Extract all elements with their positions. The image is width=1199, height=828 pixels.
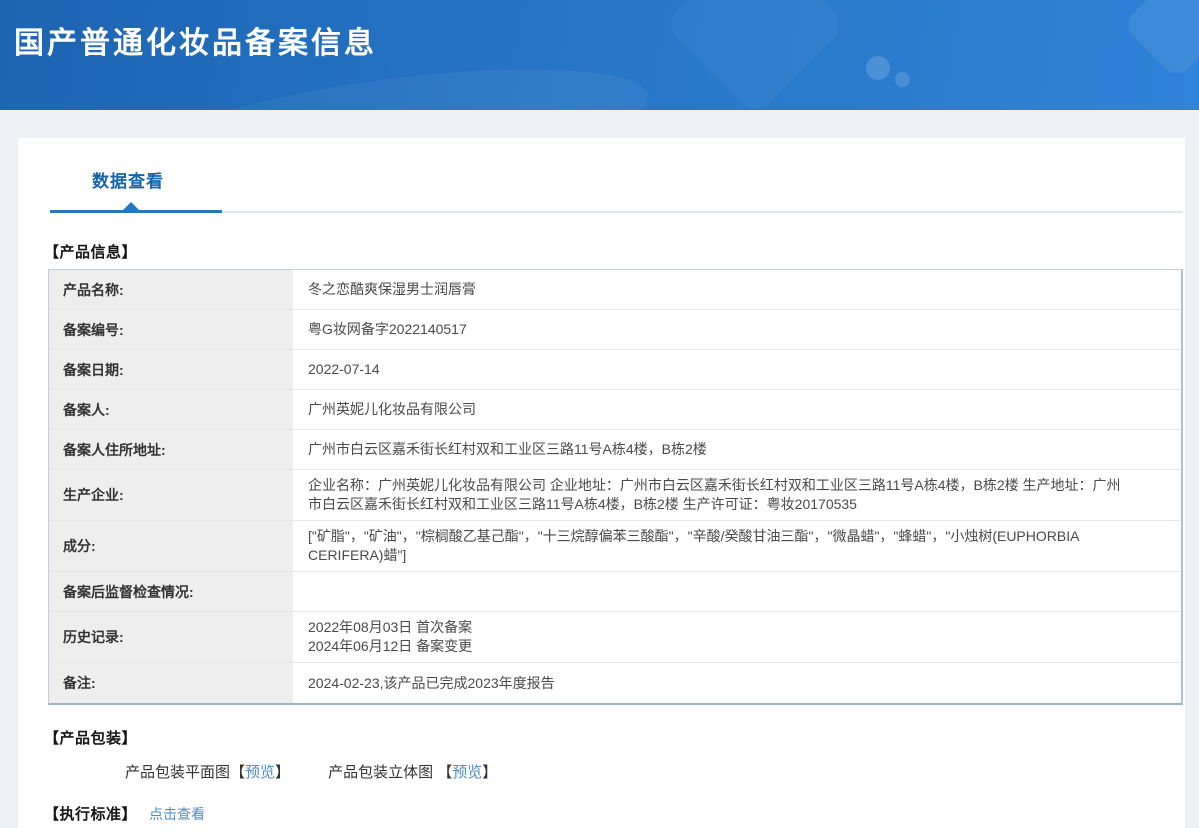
row-label: 备案日期: (49, 350, 293, 389)
row-value: 广州市白云区嘉禾街长红村双和工业区三路11号A栋4楼，B栋2楼 (293, 430, 1181, 469)
bracket-close: 】 (482, 764, 498, 781)
row-value: ["矿脂"，"矿油"，"棕榈酸乙基己酯"，"十三烷醇偏苯三酸酯"，"辛酸/癸酸甘… (293, 521, 1181, 571)
decor-diamond-shape (1121, 0, 1199, 81)
section-title-product-info: 【产品信息】 (44, 244, 138, 261)
table-row: 备案后监督检查情况: (49, 572, 1181, 612)
row-value-line: 2022-07-14 (308, 361, 380, 377)
row-label: 备注: (49, 663, 293, 703)
product-info-table: 产品名称: 冬之恋酷爽保湿男士润唇膏 备案编号: 粤G妆网备字2022140517 备案… (48, 269, 1183, 705)
tab-bar: 数据查看 (48, 138, 1183, 192)
row-value-line: 2024年06月12日 备案变更 (308, 638, 473, 654)
section-title-packaging: 【产品包装】 (44, 730, 138, 747)
bracket-close: 】 (275, 764, 291, 781)
view-standards-link[interactable]: 点击查看 (149, 804, 205, 824)
preview-flat-link[interactable]: 预览 (245, 764, 275, 781)
row-label: 产品名称: (49, 270, 293, 309)
packaging-item-flat: 产品包装平面图【预览】 (125, 761, 290, 782)
row-value-line: 2024-02-23,该产品已完成2023年度报告 (308, 674, 555, 691)
table-row: 历史记录: 2022年08月03日 首次备案 2024年06月12日 备案变更 (49, 612, 1181, 663)
section-title-standards: 【执行标准】 (44, 806, 138, 823)
tab-underline (50, 202, 1183, 213)
content-card: 数据查看 【产品信息】 产品名称: 冬之恋酷爽保湿男士润唇膏 备案编号: 粤G妆网备字… (18, 138, 1185, 828)
row-value-line: ["矿脂"，"矿油"，"棕榈酸乙基己酯"，"十三烷醇偏苯三酸酯"，"辛酸/癸酸甘… (308, 528, 1079, 563)
row-label: 备案人: (49, 390, 293, 429)
tab-active-indicator (50, 202, 222, 213)
table-row: 成分: ["矿脂"，"矿油"，"棕榈酸乙基己酯"，"十三烷醇偏苯三酸酯"，"辛酸/… (49, 521, 1181, 572)
table-row: 产品名称: 冬之恋酷爽保湿男士润唇膏 (49, 270, 1181, 310)
row-value-line: 2022年08月03日 首次备案 (308, 619, 473, 635)
row-value-line: 冬之恋酷爽保湿男士润唇膏 (308, 281, 476, 297)
decor-dot-icon (895, 72, 910, 87)
decor-diamond-shape (663, 0, 847, 110)
page-title: 国产普通化妆品备案信息 (14, 27, 377, 60)
row-value: 企业名称：广州英妮儿化妆品有限公司 企业地址：广州市白云区嘉禾街长红村双和工业区… (293, 470, 1181, 520)
table-row: 备案人: 广州英妮儿化妆品有限公司 (49, 390, 1181, 430)
table-row: 备案编号: 粤G妆网备字2022140517 (49, 310, 1181, 350)
row-value-line: 广州英妮儿化妆品有限公司 (308, 401, 476, 417)
row-value: 2022年08月03日 首次备案 2024年06月12日 备案变更 (293, 612, 1181, 662)
row-label: 生产企业: (49, 470, 293, 520)
tab-divider-line (222, 211, 1183, 213)
row-value: 广州英妮儿化妆品有限公司 (293, 390, 1181, 429)
row-value (293, 572, 1181, 611)
bracket-open: 【 (437, 764, 453, 781)
row-value-line: 企业名称：广州英妮儿化妆品有限公司 企业地址：广州市白云区嘉禾街长红村双和工业区… (308, 477, 1121, 512)
row-label: 备案编号: (49, 310, 293, 349)
row-label: 备案人住所地址: (49, 430, 293, 469)
table-row: 备案日期: 2022-07-14 (49, 350, 1181, 390)
tab-data-view[interactable]: 数据查看 (92, 167, 164, 192)
row-value: 2024-02-23,该产品已完成2023年度报告 (293, 663, 1181, 703)
page-header: 国产普通化妆品备案信息 (0, 0, 1199, 110)
row-value-line: 广州市白云区嘉禾街长红村双和工业区三路11号A栋4楼，B栋2楼 (308, 441, 707, 457)
standards-row: 【执行标准】 点击查看 (44, 803, 1183, 824)
packaging-flat-label: 产品包装平面图 (125, 764, 231, 781)
row-value: 冬之恋酷爽保湿男士润唇膏 (293, 270, 1181, 309)
row-label: 历史记录: (49, 612, 293, 662)
table-row: 备注: 2024-02-23,该产品已完成2023年度报告 (49, 663, 1181, 703)
packaging-3d-label: 产品包装立体图 (328, 764, 438, 781)
preview-3d-link[interactable]: 预览 (452, 764, 482, 781)
row-label: 备案后监督检查情况: (49, 572, 293, 611)
row-value-line: 粤G妆网备字2022140517 (308, 321, 467, 337)
packaging-item-3d: 产品包装立体图 【预览】 (328, 761, 497, 782)
row-value: 2022-07-14 (293, 350, 1181, 389)
decor-dot-icon (866, 56, 890, 80)
bracket-open: 【 (230, 764, 246, 781)
row-label: 成分: (49, 521, 293, 571)
row-value: 粤G妆网备字2022140517 (293, 310, 1181, 349)
table-row: 备案人住所地址: 广州市白云区嘉禾街长红村双和工业区三路11号A栋4楼，B栋2楼 (49, 430, 1181, 470)
packaging-links-row: 产品包装平面图【预览】 产品包装立体图 【预览】 (125, 761, 1183, 782)
caret-up-icon (123, 202, 139, 210)
table-row: 生产企业: 企业名称：广州英妮儿化妆品有限公司 企业地址：广州市白云区嘉禾街长红村… (49, 470, 1181, 521)
